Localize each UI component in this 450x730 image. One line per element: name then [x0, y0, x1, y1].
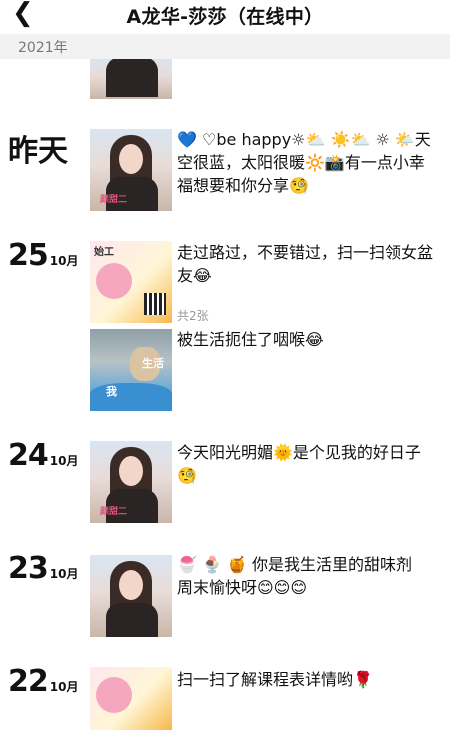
post-date: 23 10月	[8, 551, 79, 586]
image-count: 共2张	[177, 309, 209, 323]
post-date: 昨天	[8, 134, 68, 169]
post-thumbnail[interactable]: 颜甜二	[90, 129, 172, 211]
post-date: 25 10月	[8, 238, 79, 273]
post-text[interactable]: 扫一扫了解课程表详情哟🌹	[177, 668, 439, 691]
post-thumbnail[interactable]	[90, 667, 172, 730]
post-text[interactable]: 🍧 🍨 🍯 你是我生活里的甜味剂 周末愉快呀😊😊😊	[177, 553, 439, 599]
post-thumbnail[interactable]	[90, 57, 172, 99]
year-label: 2021年	[18, 40, 68, 56]
thumbnail-watermark: 颜甜二	[100, 507, 128, 517]
post-text[interactable]: 💙 ♡be happy☼⛅ ☀️⛅ ☼ 🌤️天空很蓝，太阳很暖🔆📸有一点小幸福想…	[177, 128, 439, 197]
post-text[interactable]: 走过路过，不要错过，扫一扫领女盆友😂	[177, 241, 439, 287]
post-date: 24 10月	[8, 438, 79, 473]
post-thumbnail[interactable]: 始工	[90, 241, 172, 323]
post-thumbnail[interactable]	[90, 555, 172, 637]
post-thumbnail[interactable]: 颜甜二	[90, 441, 172, 523]
thumbnail-caption: 始工	[94, 247, 114, 258]
post-text[interactable]: 今天阳光明媚🌞是个见我的好日子🧐	[177, 441, 439, 487]
post-date: 22 10月	[8, 664, 79, 699]
year-header: 2021年	[0, 34, 450, 59]
post-thumbnail[interactable]: 生活 我	[90, 329, 172, 411]
top-bar: ❮ A龙华-莎莎（在线中）	[0, 0, 450, 34]
thumbnail-watermark: 颜甜二	[100, 195, 128, 205]
thumbnail-caption: 我	[106, 385, 117, 398]
thumbnail-caption: 生活	[142, 357, 164, 370]
page-title: A龙华-莎莎（在线中）	[126, 6, 324, 28]
post-text[interactable]: 被生活扼住了咽喉😂	[177, 328, 439, 351]
